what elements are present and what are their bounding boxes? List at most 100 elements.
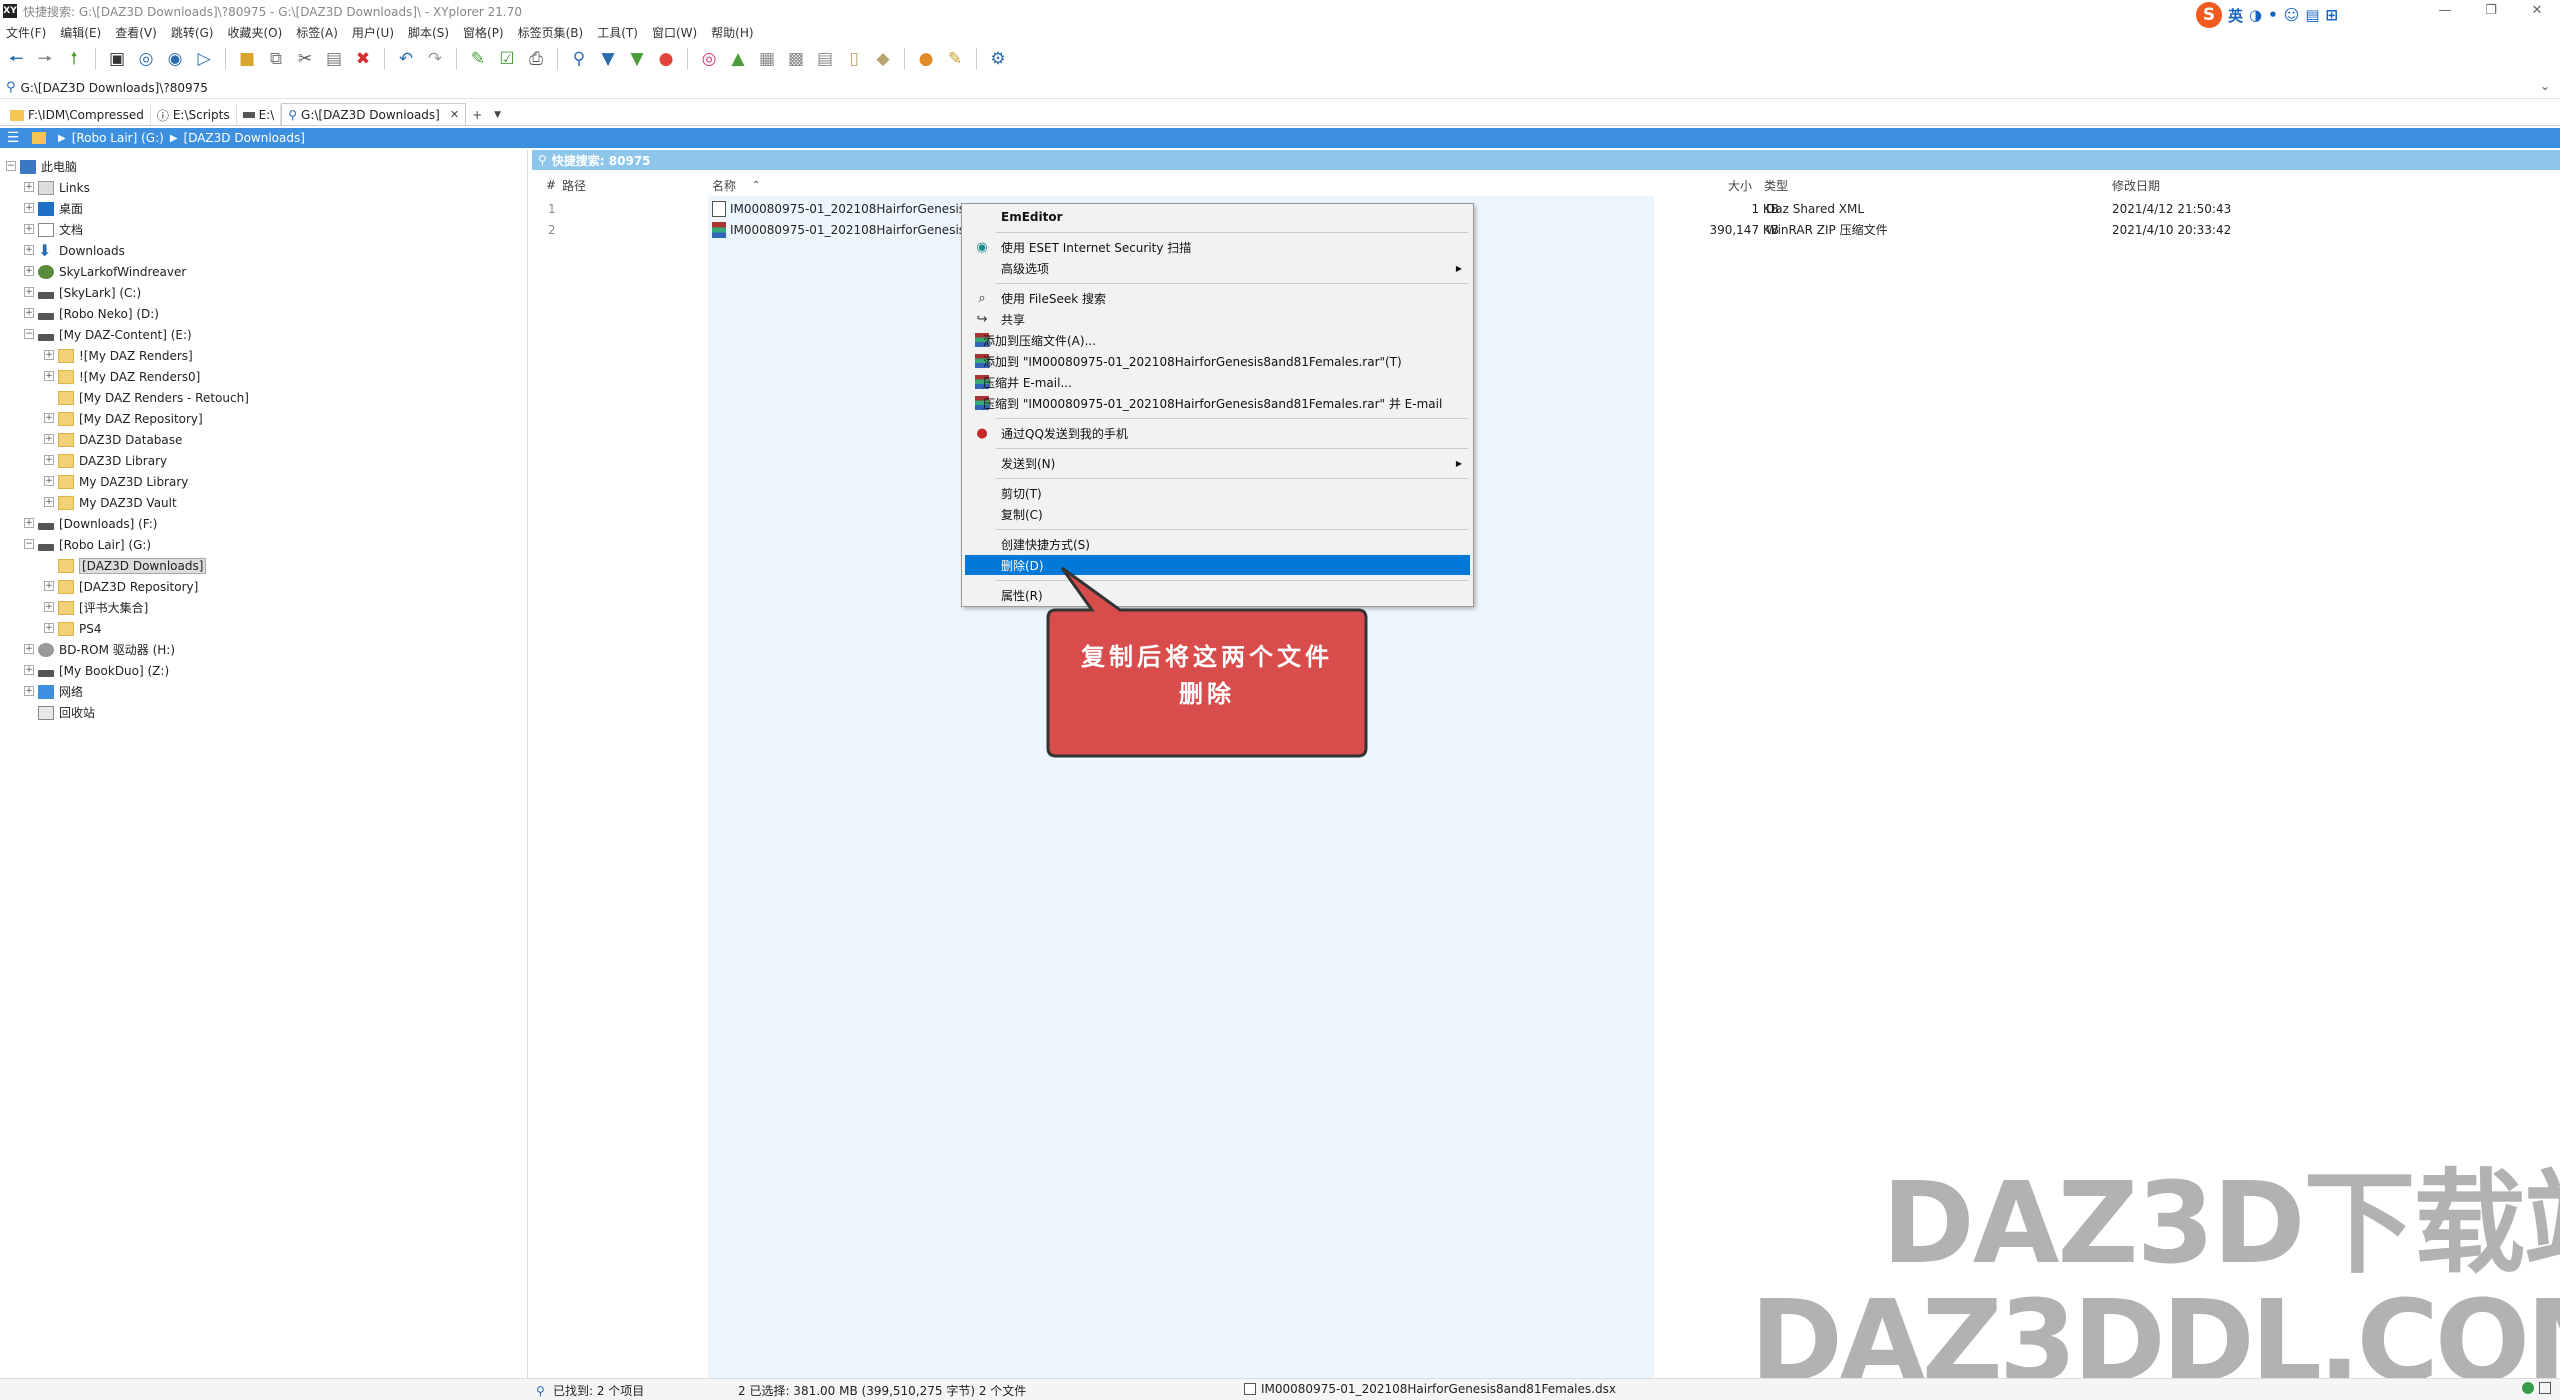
- context-menu-item[interactable]: 压缩到 "IM00080975-01_202108HairforGenesis8…: [965, 393, 1470, 413]
- forward-icon[interactable]: 🠖: [33, 47, 57, 71]
- tab-scripts[interactable]: ⓘ E:\Scripts: [151, 105, 237, 125]
- new-tab-button[interactable]: +: [466, 105, 488, 125]
- spiral-icon[interactable]: ◎: [697, 47, 721, 71]
- breadcrumb-drive[interactable]: [Robo Lair] (G:): [72, 131, 164, 145]
- expand-icon[interactable]: +: [24, 266, 34, 276]
- col-name[interactable]: 名称: [712, 177, 736, 194]
- settings-icon[interactable]: ⚙: [986, 47, 1010, 71]
- tree-item[interactable]: + PS4: [44, 618, 102, 639]
- new-folder-icon[interactable]: ■: [235, 47, 259, 71]
- context-menu-item[interactable]: 删除(D): [965, 555, 1470, 575]
- col-size[interactable]: 大小: [1728, 177, 1752, 194]
- tree-item[interactable]: + ![My DAZ Renders0]: [44, 366, 200, 387]
- expand-icon[interactable]: +: [44, 602, 54, 612]
- expand-icon[interactable]: +: [24, 224, 34, 234]
- filter-green-icon[interactable]: ▼: [625, 47, 649, 71]
- tree-item[interactable]: + My DAZ3D Vault: [44, 492, 177, 513]
- context-menu-item[interactable]: 发送到(N) ▶: [965, 453, 1470, 473]
- expand-icon[interactable]: +: [44, 623, 54, 633]
- layout-icon[interactable]: ▩: [784, 47, 808, 71]
- tree-item[interactable]: + [SkyLark] (C:): [24, 282, 141, 303]
- tab-idm-compressed[interactable]: F:\IDM\Compressed: [4, 105, 151, 125]
- expand-icon[interactable]: +: [24, 182, 34, 192]
- col-type[interactable]: 类型: [1764, 177, 1788, 194]
- expand-icon[interactable]: +: [44, 350, 54, 360]
- context-menu-item[interactable]: ⌕ 使用 FileSeek 搜索: [965, 288, 1470, 308]
- collapse-icon[interactable]: −: [6, 161, 16, 171]
- filter-icon[interactable]: ▼: [596, 47, 620, 71]
- menu-item[interactable]: 标签(A): [296, 24, 338, 41]
- menu-item[interactable]: 查看(V): [115, 24, 157, 41]
- minimize-button[interactable]: —: [2422, 0, 2468, 22]
- menu-item[interactable]: 脚本(S): [408, 24, 449, 41]
- tree-item[interactable]: + SkyLarkofWindreaver: [24, 261, 186, 282]
- chevron-down-icon[interactable]: ⌄: [2540, 79, 2550, 93]
- tree-item[interactable]: 回收站: [38, 702, 95, 723]
- context-menu-item[interactable]: 属性(R): [965, 585, 1470, 605]
- collapse-icon[interactable]: −: [24, 329, 34, 339]
- split-icon[interactable]: ▤: [813, 47, 837, 71]
- context-menu-item[interactable]: 添加到 "IM00080975-01_202108HairforGenesis8…: [965, 351, 1470, 371]
- collapse-icon[interactable]: −: [24, 539, 34, 549]
- context-menu-item[interactable]: 复制(C): [965, 504, 1470, 524]
- tree-item[interactable]: + [评书大集合]: [44, 597, 148, 618]
- tree-item[interactable]: + ![My DAZ Renders]: [44, 345, 193, 366]
- context-menu-item[interactable]: 添加到压缩文件(A)...: [965, 330, 1470, 350]
- play-circle-icon[interactable]: ▷: [192, 47, 216, 71]
- context-menu-item[interactable]: ↪ 共享: [965, 309, 1470, 329]
- col-path[interactable]: 路径: [562, 177, 586, 194]
- expand-icon[interactable]: +: [24, 665, 34, 675]
- close-icon[interactable]: ✕: [450, 108, 459, 121]
- expand-icon[interactable]: +: [44, 371, 54, 381]
- breadcrumb-folder[interactable]: [DAZ3D Downloads]: [184, 131, 305, 145]
- monitor-icon[interactable]: ▣: [105, 47, 129, 71]
- back-icon[interactable]: 🠔: [4, 47, 28, 71]
- file-row[interactable]: 1 IM00080975-01_202108HairforGenesis8and8…: [532, 198, 2560, 219]
- target-icon[interactable]: ◎: [134, 47, 158, 71]
- tree-item[interactable]: + [My BookDuo] (Z:): [24, 660, 169, 681]
- tree-item[interactable]: + BD-ROM 驱动器 (H:): [24, 639, 175, 660]
- tree-item[interactable]: + [Robo Neko] (D:): [24, 303, 159, 324]
- address-bar[interactable]: ⚲ G:\[DAZ3D Downloads]\?80975 ⌄: [0, 77, 2560, 99]
- menu-item[interactable]: 工具(T): [597, 24, 638, 41]
- menu-item[interactable]: 标签页集(B): [518, 24, 584, 41]
- file-row[interactable]: 2 IM00080975-01_202108HairforGenesis8and8…: [532, 219, 2560, 240]
- tree-item[interactable]: + [DAZ3D Repository]: [44, 576, 198, 597]
- expand-icon[interactable]: +: [44, 497, 54, 507]
- menu-item[interactable]: 跳转(G): [171, 24, 214, 41]
- expand-icon[interactable]: +: [24, 308, 34, 318]
- expand-icon[interactable]: +: [24, 245, 34, 255]
- redo-icon[interactable]: ↷: [423, 47, 447, 71]
- file-name-cell[interactable]: IM00080975-01_202108HairforGenesis8and8: [712, 200, 1003, 217]
- expand-icon[interactable]: +: [44, 413, 54, 423]
- expand-icon[interactable]: +: [24, 287, 34, 297]
- tab-daz3d-downloads[interactable]: ⚲ G:\[DAZ3D Downloads] ✕: [281, 103, 467, 125]
- tree-item[interactable]: − [My DAZ-Content] (E:): [24, 324, 192, 345]
- expand-icon[interactable]: +: [44, 455, 54, 465]
- up-icon[interactable]: 🠕: [62, 47, 86, 71]
- tree-item[interactable]: [DAZ3D Downloads]: [58, 555, 207, 576]
- tree-item[interactable]: [My DAZ Renders - Retouch]: [58, 387, 249, 408]
- restore-button[interactable]: ❐: [2468, 0, 2514, 22]
- paste-icon[interactable]: ▤: [322, 47, 346, 71]
- tree-item[interactable]: + DAZ3D Database: [44, 429, 182, 450]
- undo-icon[interactable]: ↶: [394, 47, 418, 71]
- tag-icon[interactable]: ◆: [871, 47, 895, 71]
- tree-item[interactable]: + [Downloads] (F:): [24, 513, 157, 534]
- grid-icon[interactable]: [2539, 1382, 2551, 1394]
- checklist-icon[interactable]: ☑: [495, 47, 519, 71]
- close-button[interactable]: ✕: [2514, 0, 2560, 22]
- menu-icon[interactable]: ☰: [0, 130, 26, 146]
- expand-icon[interactable]: +: [44, 476, 54, 486]
- tree-item[interactable]: + ⬇ Downloads: [24, 240, 125, 261]
- expand-icon[interactable]: +: [24, 518, 34, 528]
- brush-icon[interactable]: ✎: [943, 47, 967, 71]
- menu-item[interactable]: 编辑(E): [60, 24, 101, 41]
- search-circle-icon[interactable]: ◉: [163, 47, 187, 71]
- print-icon[interactable]: ⎙: [524, 47, 548, 71]
- tree-item[interactable]: + 桌面: [24, 198, 83, 219]
- delete-icon[interactable]: ✖: [351, 47, 375, 71]
- menu-item[interactable]: 收藏夹(O): [227, 24, 282, 41]
- context-menu-item[interactable]: 高级选项 ▶: [965, 258, 1470, 278]
- context-menu-item[interactable]: ◉ 使用 ESET Internet Security 扫描: [965, 237, 1470, 257]
